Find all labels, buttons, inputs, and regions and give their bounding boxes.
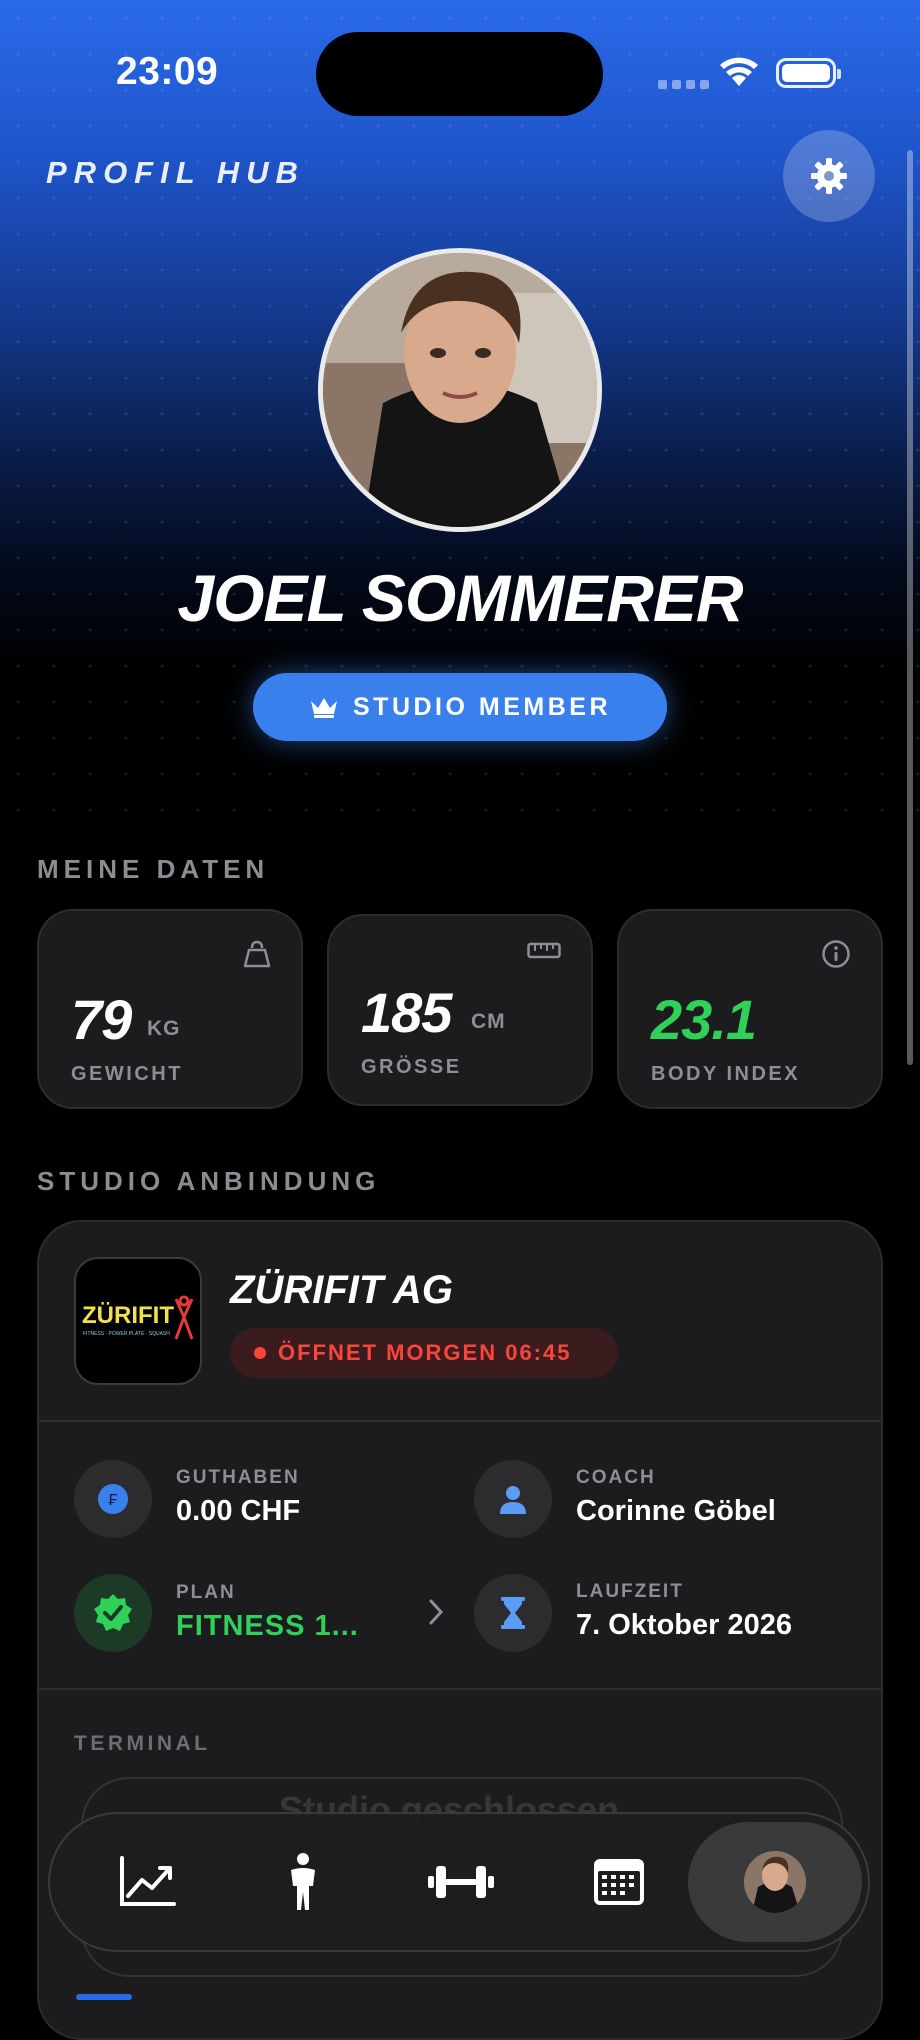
dumbbell-icon bbox=[428, 1866, 494, 1898]
chevron-right-icon bbox=[428, 1598, 444, 1631]
weight-value: 79 bbox=[71, 988, 132, 1051]
height-unit: CM bbox=[471, 1010, 506, 1033]
chart-line-icon bbox=[120, 1856, 176, 1906]
terminal-divider bbox=[39, 1688, 881, 1690]
battery-icon bbox=[776, 58, 841, 88]
plan-row[interactable]: PLAN FITNESS 1... bbox=[74, 1574, 444, 1654]
studio-section-title: STUDIO ANBINDUNG bbox=[37, 1166, 381, 1196]
bottom-tab-bar bbox=[48, 1812, 870, 1952]
profile-name: JOEL SOMMERER bbox=[177, 561, 743, 635]
balance-label: GUTHABEN bbox=[176, 1467, 300, 1488]
bmi-label: BODY INDEX bbox=[651, 1063, 801, 1085]
avatar-icon bbox=[744, 1851, 806, 1913]
status-dot bbox=[254, 1347, 266, 1359]
cellular-signal-icon bbox=[658, 80, 709, 89]
tab-workout[interactable] bbox=[406, 1814, 516, 1950]
studio-divider bbox=[39, 1420, 881, 1422]
tab-stats[interactable] bbox=[92, 1814, 202, 1950]
studio-logo-text: ZÜRIFIT bbox=[82, 1302, 174, 1329]
weight-card[interactable]: 79 KG GEWICHT bbox=[37, 909, 303, 1109]
plan-value: FITNESS 1... bbox=[176, 1610, 359, 1642]
height-label: GRÖSSE bbox=[361, 1056, 462, 1078]
balance-icon: ₣ bbox=[74, 1460, 152, 1538]
membership-badge: STUDIO MEMBER bbox=[253, 673, 667, 741]
info-icon[interactable] bbox=[821, 939, 851, 974]
page-title: PROFIL HUB bbox=[46, 155, 305, 190]
membership-badge-label: STUDIO MEMBER bbox=[353, 692, 611, 721]
settings-button[interactable] bbox=[783, 130, 875, 222]
term-label: LAUFZEIT bbox=[576, 1581, 684, 1602]
height-card[interactable]: 185 CM GRÖSSE bbox=[327, 914, 593, 1106]
crown-icon bbox=[311, 698, 337, 718]
weight-unit: KG bbox=[147, 1017, 181, 1040]
plan-label: PLAN bbox=[176, 1582, 236, 1603]
dynamic-island bbox=[316, 32, 603, 116]
studio-name: ZÜRIFIT AG bbox=[230, 1268, 453, 1312]
calendar-icon bbox=[594, 1859, 644, 1905]
coach-value: Corinne Göbel bbox=[576, 1495, 776, 1527]
coach-label: COACH bbox=[576, 1467, 656, 1488]
height-value: 185 bbox=[361, 981, 452, 1044]
person-icon bbox=[291, 1853, 315, 1910]
tab-calendar[interactable] bbox=[564, 1814, 674, 1950]
svg-text:₣: ₣ bbox=[109, 1492, 118, 1509]
balance-value: 0.00 CHF bbox=[176, 1495, 301, 1527]
tab-profile[interactable] bbox=[688, 1822, 862, 1942]
term-value: 7. Oktober 2026 bbox=[576, 1609, 792, 1641]
status-time: 23:09 bbox=[116, 50, 219, 93]
my-data-title: MEINE DATEN bbox=[37, 854, 270, 884]
hourglass-icon bbox=[474, 1574, 552, 1652]
coach-icon bbox=[474, 1460, 552, 1538]
wifi-icon bbox=[718, 56, 760, 93]
tab-body[interactable] bbox=[248, 1814, 358, 1950]
opening-status-badge: ÖFFNET MORGEN 06:45 bbox=[230, 1328, 618, 1378]
scrollbar[interactable] bbox=[907, 150, 913, 1065]
bottom-indicator bbox=[76, 1994, 132, 2000]
weight-label: GEWICHT bbox=[71, 1063, 183, 1085]
bmi-value: 23.1 bbox=[651, 988, 757, 1051]
bmi-card[interactable]: 23.1 BODY INDEX bbox=[617, 909, 883, 1109]
studio-logo-tagline: FITNESS · POWER PLATE · SQUASH bbox=[83, 1331, 170, 1337]
studio-logo: ZÜRIFIT FITNESS · POWER PLATE · SQUASH bbox=[74, 1257, 202, 1385]
terminal-label: TERMINAL bbox=[74, 1732, 211, 1755]
opening-status-text: ÖFFNET MORGEN 06:45 bbox=[278, 1340, 572, 1365]
gear-icon bbox=[811, 158, 847, 194]
verified-badge-icon bbox=[74, 1574, 152, 1652]
profile-avatar[interactable] bbox=[318, 248, 602, 532]
kettlebell-icon bbox=[243, 939, 271, 974]
ruler-icon bbox=[527, 942, 561, 965]
